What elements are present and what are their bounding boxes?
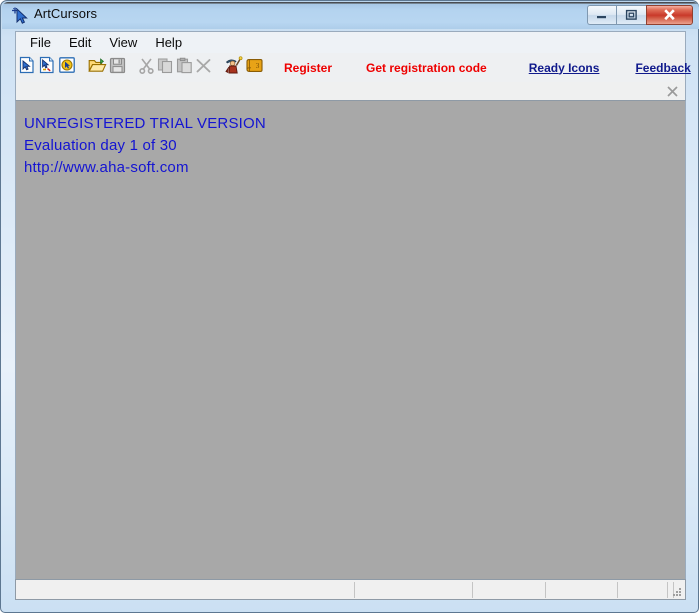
- mdi-close-bar: [15, 82, 686, 101]
- window-title: ArtCursors: [34, 6, 98, 21]
- toolbar: 3 Register Get registration code Ready I…: [15, 53, 691, 82]
- new-animated-cursor-button[interactable]: [38, 56, 56, 79]
- scissors-icon: [138, 57, 155, 79]
- maximize-icon: [617, 6, 646, 24]
- maximize-button[interactable]: [616, 5, 646, 25]
- close-document-button[interactable]: [664, 83, 681, 99]
- homepage-url-label: http://www.aha-soft.com: [24, 159, 189, 176]
- new-cursor-button[interactable]: [18, 56, 36, 79]
- floppy-disk-icon: [109, 57, 126, 79]
- delete-button[interactable]: [195, 56, 212, 79]
- menu-file[interactable]: File: [21, 33, 60, 52]
- menu-edit[interactable]: Edit: [60, 33, 100, 52]
- wizard-button[interactable]: [224, 55, 243, 80]
- status-separator-3: [545, 582, 546, 598]
- status-separator-2: [472, 582, 473, 598]
- open-folder-icon: [88, 57, 107, 79]
- new-cursor-icon: [18, 56, 36, 79]
- status-separator-4: [617, 582, 618, 598]
- save-button[interactable]: [109, 56, 126, 79]
- ready-icons-link[interactable]: Ready Icons: [529, 61, 600, 75]
- menu-view[interactable]: View: [100, 33, 146, 52]
- minimize-button[interactable]: [587, 5, 616, 25]
- register-link[interactable]: Register: [284, 61, 332, 75]
- cursor-move-icon: [11, 7, 29, 25]
- new-animated-cursor-icon: [38, 56, 56, 79]
- minimize-icon: [588, 6, 616, 24]
- new-cursor-library-button[interactable]: [58, 56, 76, 79]
- status-separator-1: [354, 582, 355, 598]
- title-bar: ArtCursors: [2, 2, 699, 29]
- evaluation-day-label: Evaluation day 1 of 30: [24, 137, 177, 154]
- status-bar: [15, 579, 686, 600]
- svg-text:3: 3: [256, 61, 260, 70]
- mdi-client-area: UNREGISTERED TRIAL VERSION Evaluation da…: [15, 101, 686, 579]
- close-window-button[interactable]: [646, 5, 693, 25]
- feedback-link[interactable]: Feedback: [635, 61, 690, 75]
- get-registration-code-link[interactable]: Get registration code: [366, 61, 487, 75]
- help-book-button[interactable]: 3: [245, 56, 264, 79]
- paste-button[interactable]: [176, 56, 193, 79]
- x-delete-icon: [195, 57, 212, 79]
- application-window: ArtCursors File Edit View Help 3 Registe…: [0, 0, 699, 613]
- close-document-icon: [667, 85, 678, 97]
- paste-icon: [176, 57, 193, 79]
- book-icon: 3: [245, 57, 264, 79]
- menu-help[interactable]: Help: [146, 33, 191, 52]
- resize-grip[interactable]: [670, 585, 683, 598]
- cut-button[interactable]: [138, 56, 155, 79]
- close-icon: [647, 6, 692, 24]
- open-button[interactable]: [88, 56, 107, 79]
- trial-version-label: UNREGISTERED TRIAL VERSION: [24, 115, 266, 132]
- copy-button[interactable]: [157, 56, 174, 79]
- menu-bar: File Edit View Help: [15, 31, 686, 53]
- status-separator-5: [667, 582, 668, 598]
- wizard-icon: [224, 55, 243, 80]
- copy-icon: [157, 57, 174, 79]
- new-cursor-library-icon: [58, 56, 76, 79]
